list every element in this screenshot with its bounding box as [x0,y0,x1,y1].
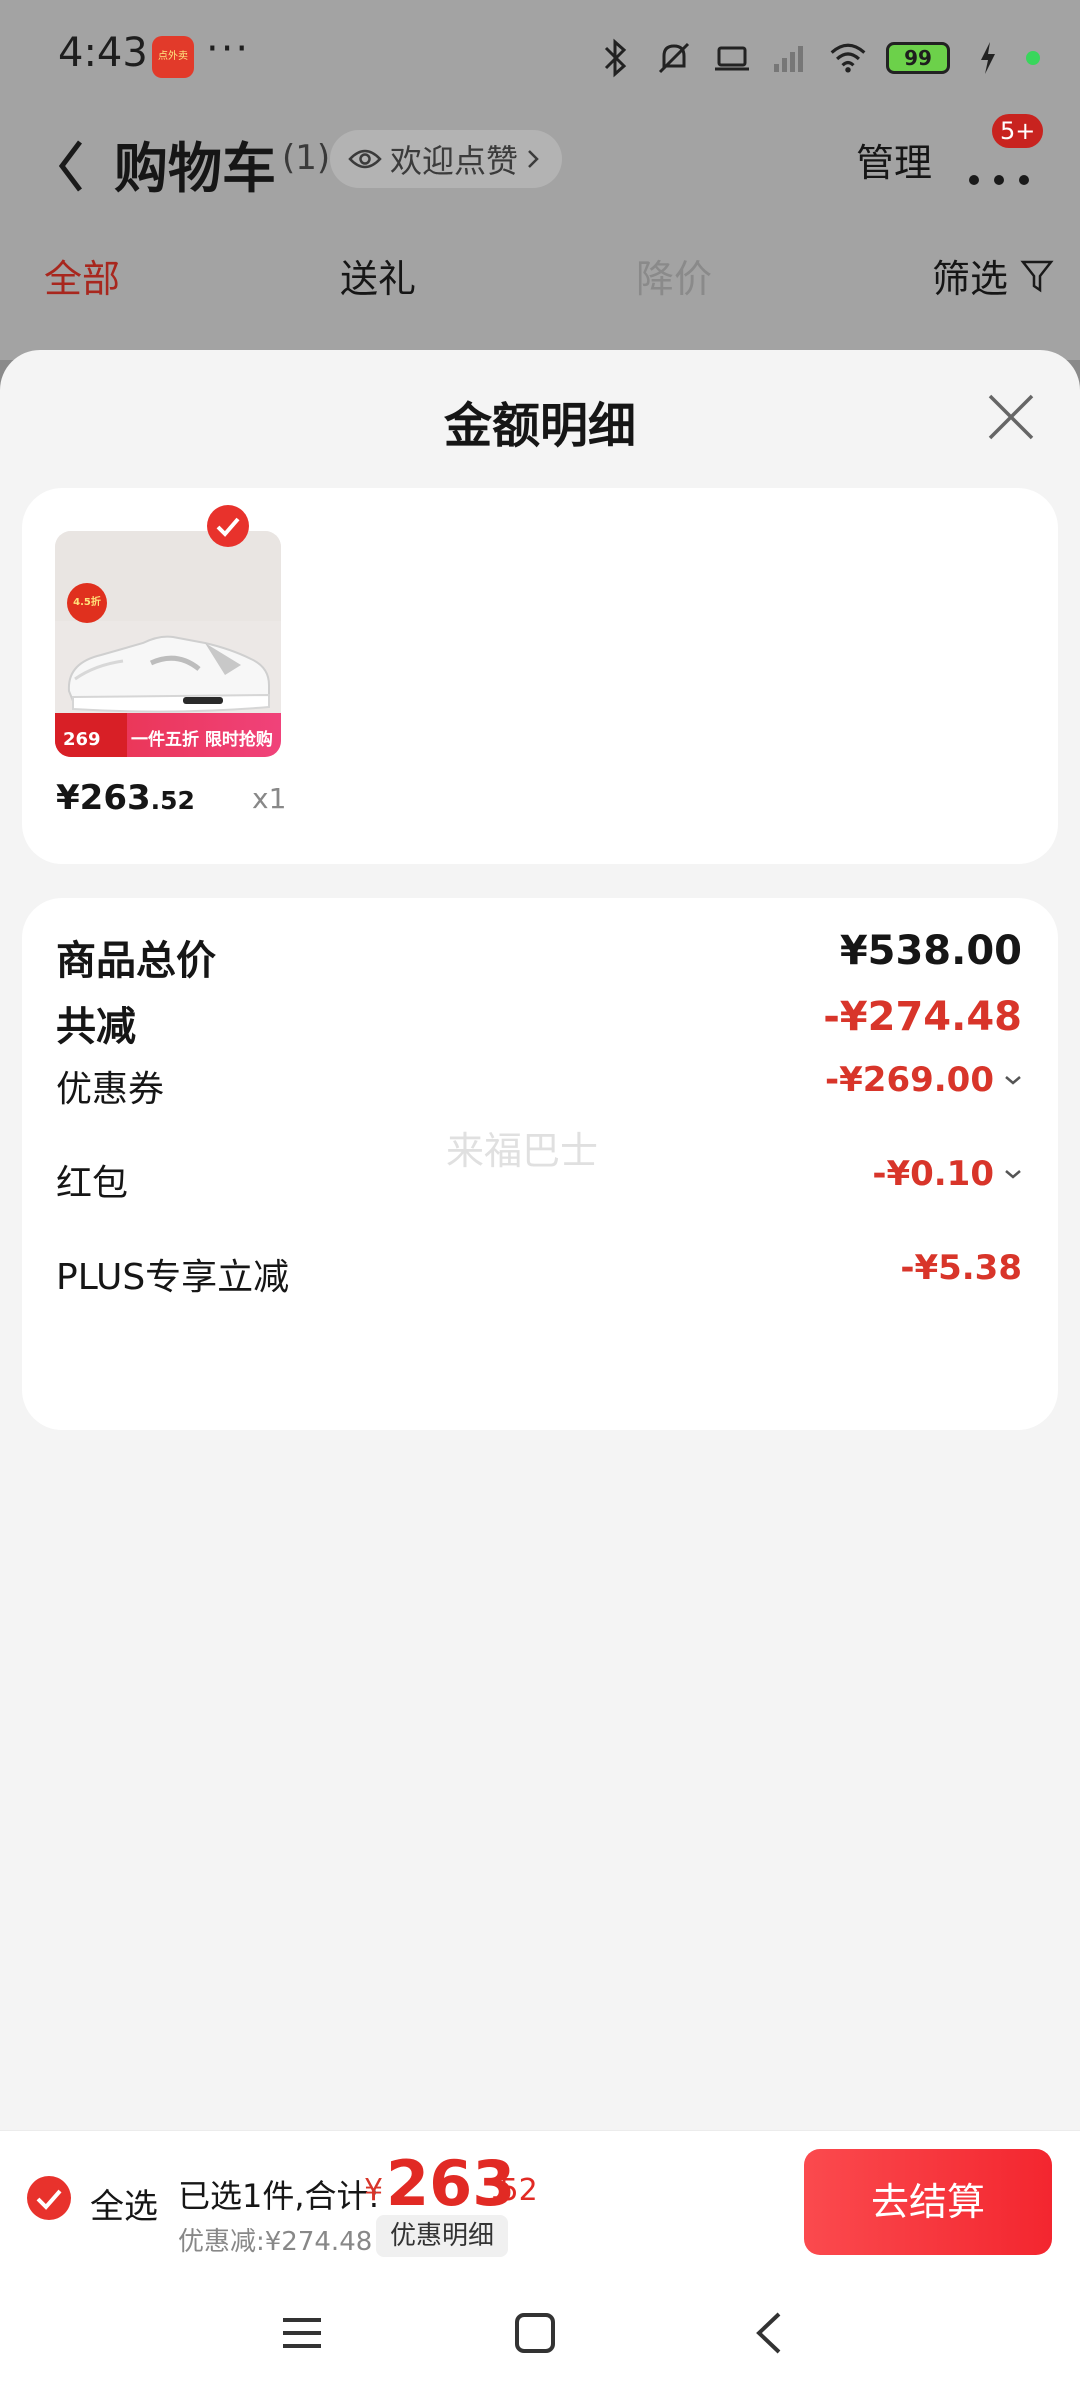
sneaker-image [67,635,270,713]
product-thumbnail[interactable]: 4.5折 269 一件五折 限时抢购 [55,531,281,757]
checkout-bar: 全选 已选1件,合计: ¥ 263 .52 优惠减:¥274.48 优惠明细 去… [0,2130,1080,2266]
cart-tabs: 全部 送礼 降价 筛选 [0,240,1080,320]
total-cents: .52 [490,2173,538,2208]
back-arrow-icon [756,2312,781,2354]
coupon-value-wrap: -¥269.00 [825,1060,1022,1100]
system-nav-bar [0,2266,1080,2400]
menu-icon [283,2318,321,2348]
thumb-promo-text: 一件五折 限时抢购 [131,730,273,750]
app-notification-icon: 点外卖 [152,36,194,78]
discount-summary: 优惠减:¥274.48 [178,2227,373,2257]
back-button[interactable] [52,126,92,206]
plus-discount-label: PLUS专享立减 [56,1257,290,1298]
eye-icon [348,149,382,169]
item-quantity: x1 [252,782,287,815]
item-price: ¥263.52 [56,778,195,818]
total-reduction-label: 共减 [56,1004,136,1050]
back-nav-button[interactable] [745,2308,795,2358]
notification-badge: 5+ [992,114,1044,148]
selected-items-card: 4.5折 269 一件五折 限时抢购 ¥263.52 x1 [22,488,1058,864]
mute-icon [654,38,694,78]
page-title: 购物车 [114,137,276,200]
charging-icon [968,38,1008,78]
filter-icon[interactable] [1020,258,1054,294]
item-checkbox[interactable] [206,504,250,548]
red-packet-row[interactable]: 红包 -¥0.10 [56,1154,1022,1214]
total-price-row: 商品总价 ¥538.00 [56,928,1022,988]
sheet-title: 金额明细 [443,398,636,454]
plus-discount-row: PLUS专享立减 -¥5.38 [56,1248,1022,1308]
amount-detail-sheet: 金额明细 4.5折 269 一件五折 限时抢购 ¥263.52 x1 商品总价 … [0,350,1080,2130]
coupon-label: 优惠券 [56,1069,165,1110]
tab-price-drop[interactable]: 降价 [636,248,712,303]
checkmark-icon [207,505,249,547]
checkmark-icon [27,2176,71,2220]
menu-nav-button[interactable] [277,2308,327,2358]
more-notifications-icon: ··· [206,26,251,72]
selected-summary: 已选1件,合计: [178,2177,380,2215]
status-time: 4:43 [58,30,148,76]
thumb-price-tag: 269 [55,713,127,757]
manage-button[interactable]: 管理 [856,132,932,187]
select-all-label[interactable]: 全选 [90,2179,158,2228]
discount-detail-button[interactable]: 优惠明细 [376,2215,509,2257]
like-label: 欢迎点赞 [390,142,519,180]
discount-badge-icon: 4.5折 [67,583,107,623]
laptop-icon [712,38,752,78]
item-price-cents: .52 [150,786,195,815]
cart-count: (1) [282,138,331,178]
signal-icon [770,38,810,78]
privacy-dot-icon [1026,51,1040,65]
close-button[interactable] [986,392,1036,442]
coupon-row[interactable]: 优惠券 -¥269.00 [56,1060,1022,1120]
total-currency: ¥ [364,2173,384,2208]
item-price-main: ¥263 [56,778,151,818]
total-reduction-row: 共减 -¥274.48 [56,994,1022,1054]
red-packet-label: 红包 [56,1163,129,1204]
total-price-value: ¥538.00 [839,928,1022,974]
status-bar: 4:43 点外卖 ··· 99 [0,0,1080,110]
cart-header: 购物车 (1) 欢迎点赞 管理 5+ [0,110,1080,230]
status-icons: 99 [596,36,1040,80]
chevron-down-icon [1005,1170,1021,1179]
bluetooth-icon [596,38,636,78]
coupon-value: -¥269.00 [825,1060,994,1100]
red-packet-value-wrap: -¥0.10 [872,1154,1022,1194]
wifi-icon [828,38,868,78]
like-button[interactable]: 欢迎点赞 [330,130,563,188]
checkout-button[interactable]: 去结算 [804,2149,1052,2255]
home-square-icon [515,2313,555,2353]
background-page: 4:43 点外卖 ··· 99 购物车 (1) 欢迎点赞 管理 5+ 全部 送礼… [0,0,1080,360]
tab-filter[interactable]: 筛选 [932,248,1008,303]
chevron-down-icon [1005,1076,1021,1085]
close-icon [988,394,1034,440]
tab-all[interactable]: 全部 [44,248,120,303]
total-price-label: 商品总价 [56,938,216,984]
tab-gift[interactable]: 送礼 [340,248,416,303]
red-packet-value: -¥0.10 [872,1154,994,1194]
plus-discount-value: -¥5.38 [900,1248,1022,1288]
select-all-checkbox[interactable] [26,2175,72,2221]
total-reduction-value: -¥274.48 [823,994,1022,1040]
home-nav-button[interactable] [510,2308,560,2358]
chevron-right-icon [528,150,539,168]
price-summary-card: 商品总价 ¥538.00 共减 -¥274.48 来福巴士 优惠券 -¥269.… [22,898,1058,1430]
battery-icon: 99 [886,42,950,74]
